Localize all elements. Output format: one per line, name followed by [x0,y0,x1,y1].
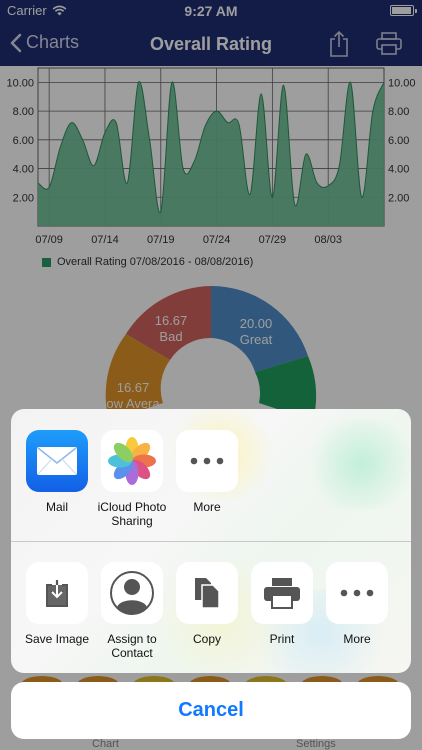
contact-icon [101,562,163,624]
action-label: Print [269,632,295,646]
action-more[interactable]: More [318,562,396,646]
action-copy[interactable]: Copy [168,562,246,646]
action-label: Copy [192,632,221,646]
action-label-line1: Assign to [107,632,157,646]
cancel-button[interactable]: Cancel [11,682,411,739]
photos-icon [101,430,163,492]
share-app-mail[interactable]: Mail [18,430,96,514]
sheet-divider [11,541,411,542]
action-label-line2: Contact [111,646,153,660]
share-sheet: Mail iCloud Photo Sharing More Save Imag… [11,409,411,673]
action-print[interactable]: Print [243,562,321,646]
share-app-label: Mail [45,500,68,514]
action-label: More [343,632,371,646]
share-app-label-line2: Sharing [111,514,153,528]
save-image-icon [26,562,88,624]
action-assign-to-contact[interactable]: Assign to Contact [93,562,171,660]
more-icon [176,430,238,492]
share-app-more[interactable]: More [168,430,246,514]
copy-icon [176,562,238,624]
more-icon [326,562,388,624]
share-app-icloud-photo-sharing[interactable]: iCloud Photo Sharing [93,430,171,528]
share-app-label-line1: iCloud Photo [97,500,167,514]
action-label: Save Image [24,632,90,646]
action-save-image[interactable]: Save Image [18,562,96,646]
mail-icon [26,430,88,492]
print-icon [251,562,313,624]
share-app-label: More [193,500,221,514]
